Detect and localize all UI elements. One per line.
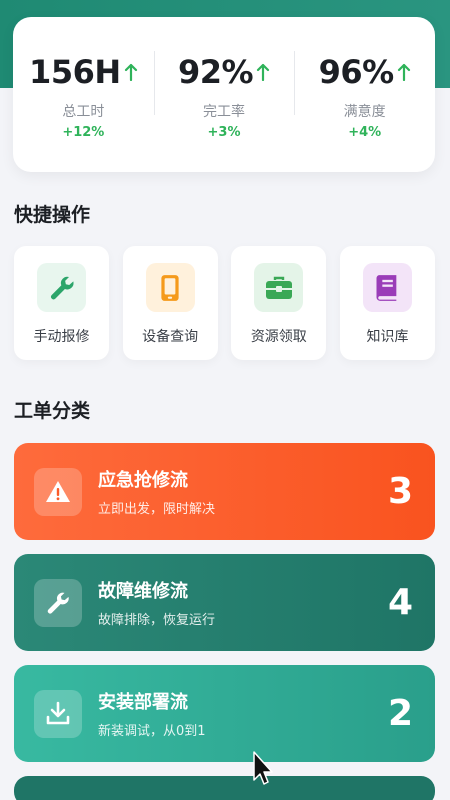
toolbox-icon bbox=[265, 276, 292, 299]
arrow-up-icon bbox=[256, 63, 270, 81]
stat-label: 总工时 bbox=[62, 104, 105, 120]
wrench-icon bbox=[50, 276, 74, 299]
quick-action-manual-repair[interactable]: 手动报修 bbox=[14, 246, 109, 360]
wo-subtitle: 新装调试，从0到1 bbox=[98, 724, 206, 739]
work-order-fault-repair-card[interactable]: 故障维修流 故障排除，恢复运行 4 bbox=[14, 554, 435, 651]
stat-change: +12% bbox=[62, 125, 105, 140]
quick-icon-box bbox=[145, 263, 195, 312]
stat-label: 完工率 bbox=[203, 104, 245, 120]
quick-action-resource-claim[interactable]: 资源领取 bbox=[231, 246, 327, 360]
wo-count: 4 bbox=[387, 582, 413, 623]
stats-card: 156H 总工时 +12% 92% 完工率 +3% 96% 满意度 +4% bbox=[13, 17, 435, 172]
wo-subtitle: 故障排除，恢复运行 bbox=[98, 613, 216, 628]
wo-count: 3 bbox=[387, 471, 413, 512]
work-orders-title: 工单分类 bbox=[14, 400, 91, 422]
stat-value: 92% bbox=[177, 53, 254, 91]
wo-icon-box bbox=[34, 578, 82, 627]
wo-icon-box bbox=[34, 467, 82, 516]
quick-icon-box bbox=[254, 263, 304, 312]
quick-icon-box bbox=[37, 263, 86, 312]
arrow-up-icon bbox=[124, 63, 137, 81]
quick-action-label: 手动报修 bbox=[33, 329, 90, 345]
phone-icon bbox=[161, 274, 179, 301]
stat-total-hours[interactable]: 156H 总工时 +12% bbox=[13, 49, 154, 140]
warning-icon bbox=[46, 480, 70, 502]
quick-action-label: 知识库 bbox=[366, 329, 409, 345]
quick-action-device-lookup[interactable]: 设备查询 bbox=[122, 246, 218, 360]
wrench-icon bbox=[47, 592, 69, 614]
quick-actions-title: 快捷操作 bbox=[14, 204, 91, 226]
work-order-install-card[interactable]: 安装部署流 新装调试，从0到1 2 bbox=[14, 665, 435, 762]
stat-change: +3% bbox=[207, 125, 241, 140]
wo-title: 故障维修流 bbox=[98, 581, 188, 602]
stat-value: 96% bbox=[318, 53, 395, 91]
book-icon bbox=[376, 274, 397, 301]
work-order-emergency-card[interactable]: 应急抢修流 立即出发，限时解决 3 bbox=[14, 443, 435, 540]
quick-action-label: 资源领取 bbox=[250, 329, 307, 345]
wo-title: 应急抢修流 bbox=[98, 470, 188, 491]
wo-count: 2 bbox=[387, 693, 413, 734]
stat-value: 156H bbox=[29, 53, 121, 91]
quick-icon-box bbox=[362, 263, 412, 312]
mouse-pointer-icon bbox=[253, 751, 273, 785]
stat-completion-rate[interactable]: 92% 完工率 +3% bbox=[153, 49, 295, 140]
stat-label: 满意度 bbox=[343, 104, 386, 120]
download-icon bbox=[46, 701, 70, 724]
arrow-up-icon bbox=[397, 63, 410, 81]
wo-title: 安装部署流 bbox=[98, 692, 188, 713]
quick-action-knowledge-base[interactable]: 知识库 bbox=[339, 246, 435, 360]
wo-icon-box bbox=[34, 689, 82, 738]
quick-actions-grid: 手动报修 设备查询 资源领取 知识库 bbox=[14, 246, 435, 360]
quick-action-label: 设备查询 bbox=[142, 329, 199, 345]
stat-change: +4% bbox=[348, 125, 382, 140]
wo-subtitle: 立即出发，限时解决 bbox=[98, 502, 216, 517]
stat-satisfaction[interactable]: 96% 满意度 +4% bbox=[294, 49, 435, 140]
work-order-card-partial[interactable] bbox=[14, 776, 435, 800]
